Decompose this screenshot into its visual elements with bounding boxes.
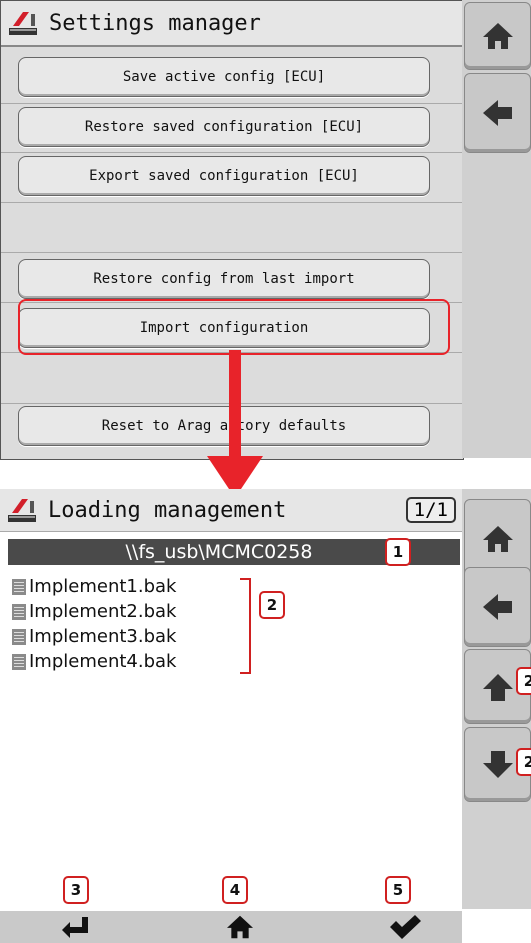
page-indicator: 1/1 [405,497,456,523]
scroll-down-badge: 2 [516,748,531,776]
loading-title-bar: Loading management 1/1 [0,489,462,532]
file-icon [12,578,26,595]
file-name: Implement3.bak [29,626,177,647]
scroll-up-badge: 2 [516,667,531,695]
save-active-config-button[interactable]: Save active config [ECU] [18,57,430,97]
home-icon [482,526,513,552]
file-item[interactable]: Implement1.bak [12,576,176,597]
arrow-left-icon [482,594,512,620]
export-saved-config-label: Export saved configuration [ECU] [89,168,359,184]
restore-config-last-import-label: Restore config from last import [93,271,355,287]
enter-icon [62,917,88,938]
restore-config-last-import-button[interactable]: Restore config from last import [18,259,430,299]
file-icon [12,653,26,670]
divider [1,202,463,203]
path-badge: 1 [385,538,411,566]
arrow-left-icon [482,100,512,126]
enter-button[interactable] [45,911,105,943]
restore-saved-config-label: Restore saved configuration [ECU] [84,119,364,135]
home-toolbar-button[interactable] [210,911,270,943]
save-active-config-label: Save active config [ECU] [122,69,326,85]
transition-arrow [207,350,263,498]
app-logo-icon [9,12,37,35]
arrow-down-icon [482,750,513,778]
file-item[interactable]: Implement2.bak [12,601,176,622]
divider [1,252,463,253]
file-name: Implement4.bak [29,651,177,672]
home-icon [482,23,513,49]
loading-sidebar [462,489,531,909]
confirm-button[interactable] [375,911,435,943]
check-icon [390,915,421,939]
import-configuration-highlight [18,299,450,355]
back-button[interactable] [464,73,531,153]
divider [1,152,463,153]
file-item[interactable]: Implement4.bak [12,651,176,672]
settings-title: Settings manager [49,10,261,36]
file-group-bracket [240,578,251,674]
restore-saved-config-button[interactable]: Restore saved configuration [ECU] [18,107,430,147]
file-name: Implement1.bak [29,576,177,597]
back-button[interactable] [464,567,531,647]
home-icon [227,915,253,939]
settings-sidebar [462,0,531,458]
file-name: Implement2.bak [29,601,177,622]
settings-title-bar: Settings manager [1,1,463,47]
home-button[interactable] [464,2,531,70]
file-item[interactable]: Implement3.bak [12,626,176,647]
path-text: \\fs_usb\MCMC0258 [125,541,313,563]
back-badge: 3 [63,876,89,904]
files-badge: 2 [259,591,285,619]
arrow-up-icon [482,673,513,701]
export-saved-config-button[interactable]: Export saved configuration [ECU] [18,156,430,196]
file-icon [12,603,26,620]
app-logo-icon [8,499,36,522]
file-icon [12,628,26,645]
confirm-badge: 5 [385,876,411,904]
loading-title: Loading management [48,497,287,523]
home-badge: 4 [222,876,248,904]
divider [1,103,463,104]
